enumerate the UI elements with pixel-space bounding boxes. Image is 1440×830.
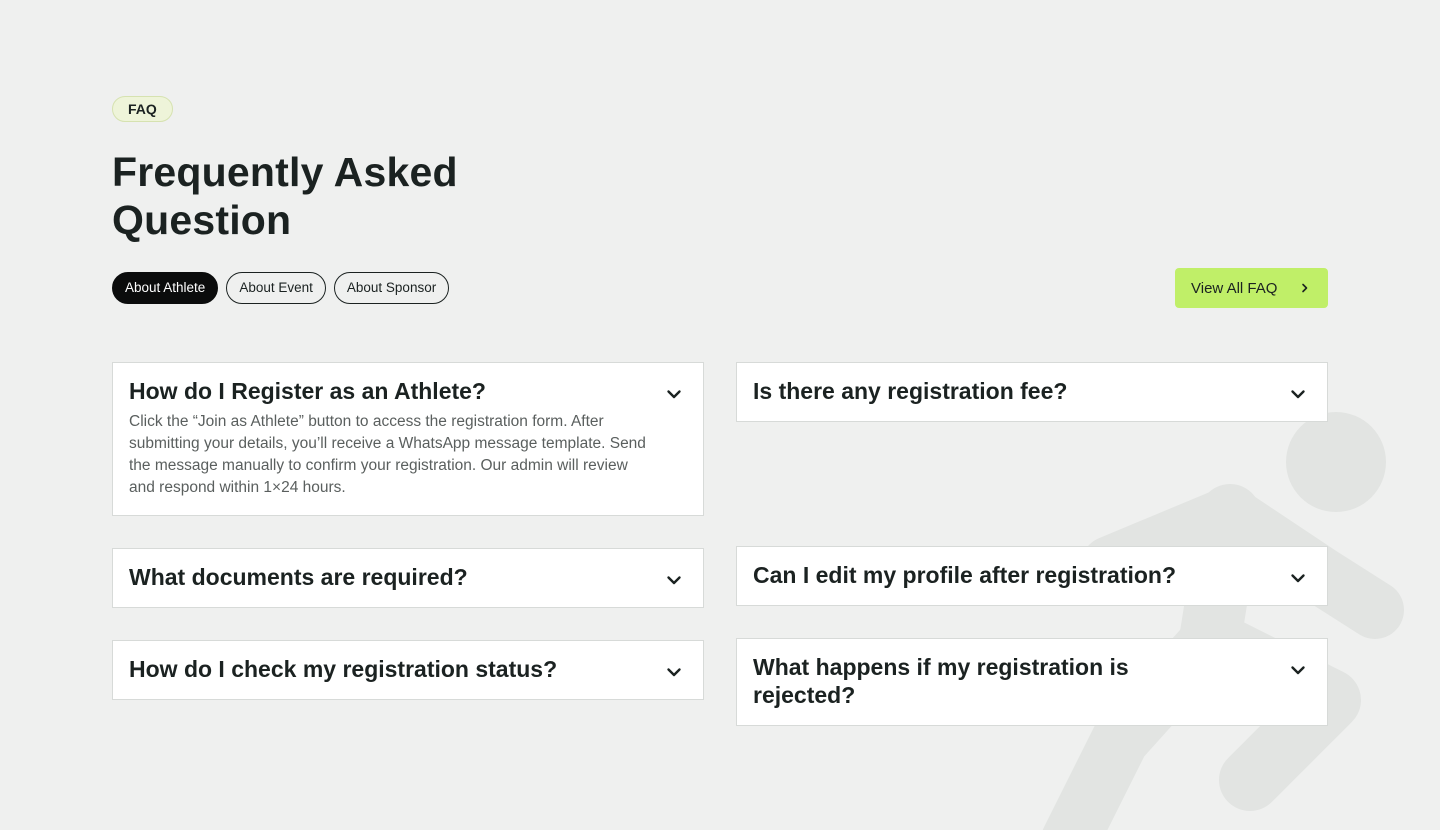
faq-item[interactable]: Can I edit my profile after registration…	[736, 546, 1328, 606]
faq-question: What documents are required?	[129, 564, 468, 590]
chevron-down-icon[interactable]	[665, 663, 683, 681]
view-all-faq-button[interactable]: View All FAQ	[1175, 268, 1328, 308]
category-tabs: About Athlete About Event About Sponsor	[112, 272, 450, 304]
chevron-down-icon[interactable]	[665, 571, 683, 589]
faq-item[interactable]: What happens if my registration is rejec…	[736, 638, 1328, 726]
filter-row: About Athlete About Event About Sponsor …	[112, 268, 1328, 308]
chevron-down-icon[interactable]	[1289, 569, 1307, 587]
faq-question: Is there any registration fee?	[753, 378, 1068, 404]
chevron-down-icon[interactable]	[665, 385, 683, 403]
view-all-faq-label: View All FAQ	[1191, 279, 1278, 297]
faq-grid: How do I Register as an Athlete? Click t…	[112, 362, 1328, 726]
faq-item[interactable]: Is there any registration fee?	[736, 362, 1328, 422]
faq-item[interactable]: What documents are required?	[112, 548, 704, 608]
faq-column-left: How do I Register as an Athlete? Click t…	[112, 362, 704, 700]
page-title: Frequently Asked Question	[112, 149, 458, 243]
faq-answer: Click the “Join as Athlete” button to ac…	[129, 413, 646, 496]
faq-question: Can I edit my profile after registration…	[753, 562, 1177, 588]
faq-item[interactable]: How do I check my registration status?	[112, 640, 704, 700]
faq-column-right: Is there any registration fee? Can I edi…	[736, 362, 1328, 726]
faq-question: How do I check my registration status?	[129, 656, 558, 682]
faq-question: How do I Register as an Athlete?	[129, 378, 486, 404]
tab-about-athlete[interactable]: About Athlete	[112, 272, 219, 304]
chevron-down-icon[interactable]	[1289, 661, 1307, 679]
chevron-down-icon[interactable]	[1289, 385, 1307, 403]
faq-page: FAQ Frequently Asked Question About Athl…	[0, 0, 1440, 830]
faq-question: What happens if my registration is rejec…	[753, 654, 1129, 708]
section-badge: FAQ	[112, 96, 173, 122]
chevron-right-icon	[1302, 283, 1308, 293]
tab-about-sponsor[interactable]: About Sponsor	[333, 272, 450, 304]
faq-item[interactable]: How do I Register as an Athlete? Click t…	[112, 362, 704, 516]
tab-about-event[interactable]: About Event	[226, 272, 326, 304]
